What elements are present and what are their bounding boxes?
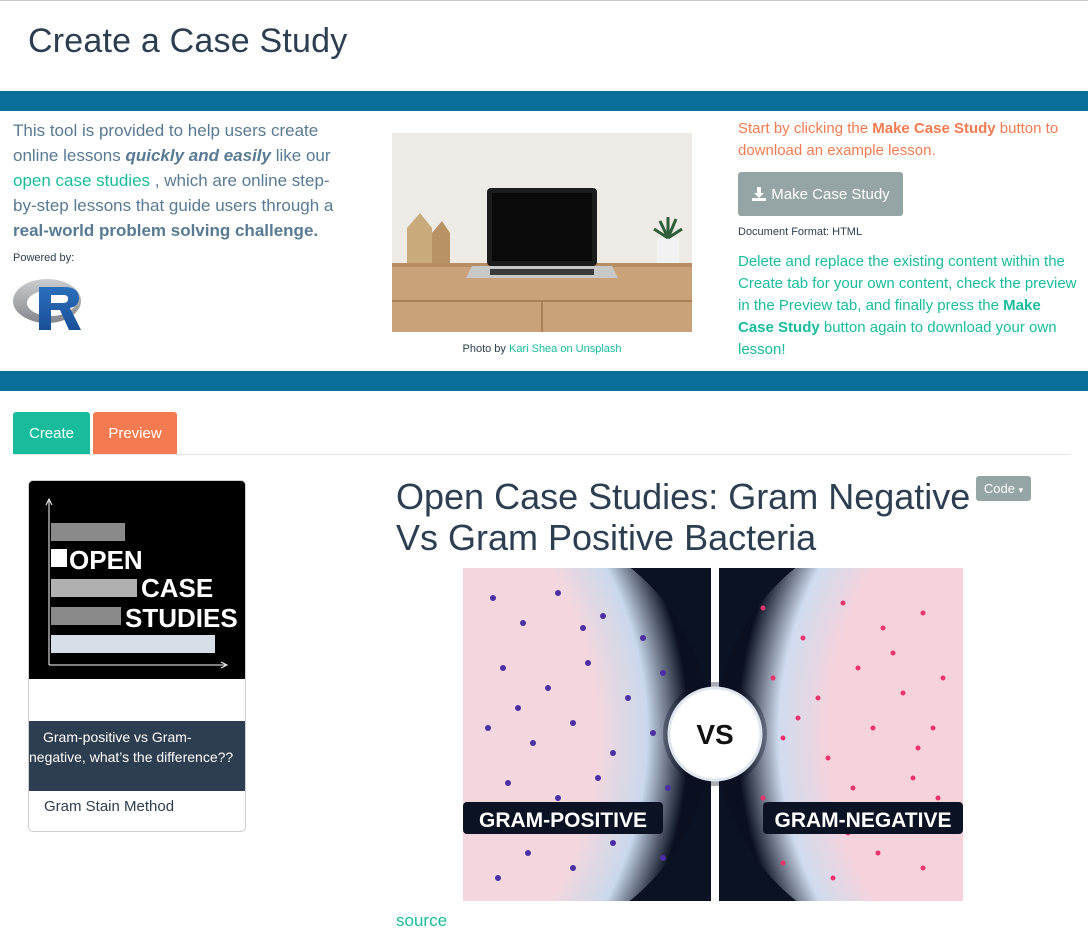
tab-preview[interactable]: Preview [93, 412, 177, 454]
case-study-title: Open Case Studies: Gram Negative Vs Gram… [396, 476, 971, 558]
intro-emphasis: quickly and easily [125, 146, 271, 165]
document-format-label: Document Format: HTML [738, 226, 863, 238]
instruction-text: Start by clicking the [738, 120, 873, 137]
make-case-study-label: Make Case Study [771, 185, 890, 203]
laptop-photo [392, 133, 692, 332]
gram-negative-label: GRAM-NEGATIVE [775, 809, 952, 832]
intro-text: like our [270, 146, 331, 165]
photo-caption: Photo by Kari Shea on Unsplash [392, 343, 692, 355]
source-link[interactable]: source [396, 911, 447, 928]
card-footer: Gram Stain Method [44, 798, 175, 815]
vs-label: VS [696, 719, 733, 750]
tab-create[interactable]: Create [13, 412, 90, 454]
code-dropdown-button[interactable]: Code ▾ [976, 476, 1031, 501]
case-study-card[interactable]: OPEN CASE STUDIES Gram-positive vs Gram-… [28, 480, 246, 832]
caret-down-icon: ▾ [1018, 485, 1024, 495]
gram-comparison-graphic: VS GRAM-POSITIVE GRAM-NEGATIVE [463, 568, 963, 901]
open-case-studies-logo: OPEN CASE STUDIES [29, 481, 245, 679]
gram-positive-label: GRAM-POSITIVE [479, 809, 647, 832]
photo-credit-link[interactable]: Kari Shea on Unsplash [509, 343, 622, 355]
divider-band [0, 371, 1088, 391]
card-caption: Gram-positive vs Gram-negative, what’s t… [29, 721, 245, 791]
photo-caption-prefix: Photo by [462, 343, 509, 355]
logo-word-studies: STUDIES [125, 603, 238, 633]
powered-by-label: Powered by: [13, 252, 75, 264]
tab-bar: Create Preview [13, 412, 177, 454]
intro-description: This tool is provided to help users crea… [13, 118, 353, 243]
start-instructions: Start by clicking the Make Case Study bu… [738, 118, 1078, 162]
top-border [0, 0, 1088, 1]
r-logo [13, 279, 81, 330]
code-button-label: Code [983, 481, 1015, 496]
logo-word-case: CASE [141, 573, 213, 603]
delete-instructions: Delete and replace the existing content … [738, 251, 1078, 361]
intro-strong: real-world problem solving challenge. [13, 221, 319, 240]
page-title: Create a Case Study [28, 22, 348, 60]
make-case-study-button[interactable]: Make Case Study [738, 172, 903, 216]
card-caption-text: Gram-positive vs Gram-negative, what’s t… [29, 729, 234, 765]
gram-comparison-image: VS GRAM-POSITIVE GRAM-NEGATIVE [463, 568, 963, 901]
open-case-studies-link[interactable]: open case studies [13, 171, 150, 190]
header-band [0, 91, 1088, 111]
instruction-emphasis: Make Case Study [872, 120, 996, 137]
laptop-photo-graphic [392, 133, 692, 332]
tab-divider [13, 454, 1071, 455]
download-icon [752, 187, 767, 201]
logo-word-open: OPEN [69, 545, 143, 575]
open-case-studies-logo-graphic: OPEN CASE STUDIES [45, 497, 238, 669]
